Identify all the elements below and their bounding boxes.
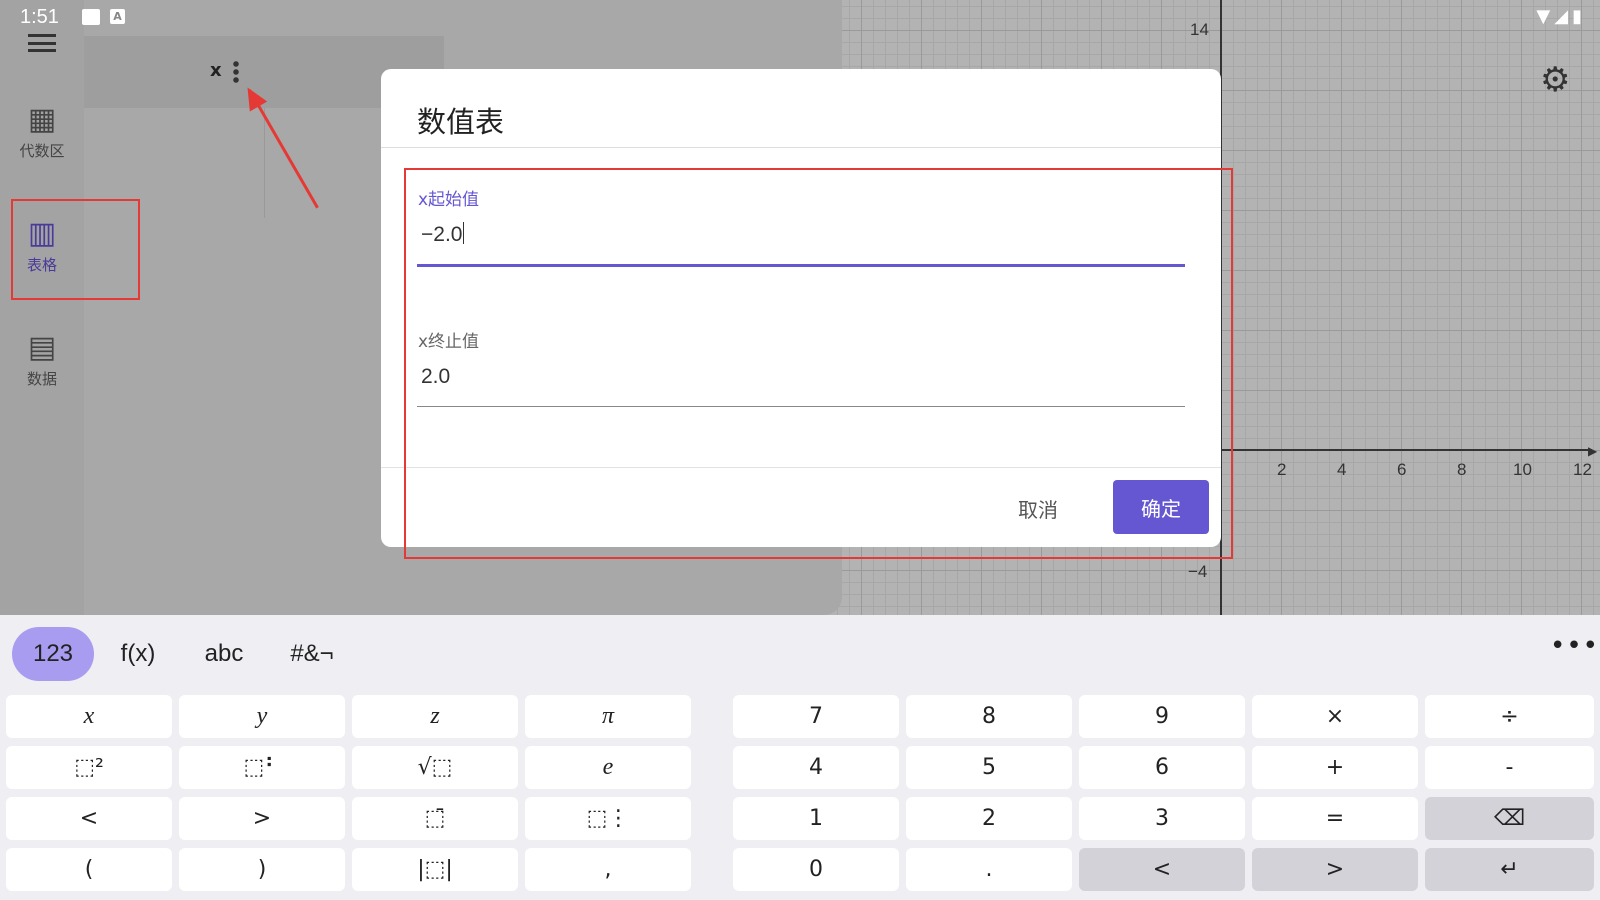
more-horizontal-icon[interactable]: ••• <box>1550 631 1599 661</box>
tab-123[interactable]: 123 <box>12 627 94 681</box>
gear-icon[interactable]: ⚙ <box>1540 60 1570 100</box>
backspace-icon[interactable]: ⌫ <box>1425 797 1594 840</box>
key-e[interactable]: e <box>525 746 691 789</box>
key-less-than[interactable]: < <box>6 797 172 840</box>
key-pi[interactable]: π <box>525 695 691 738</box>
column-header-x: x <box>210 60 222 81</box>
cursor-right-icon[interactable]: > <box>1252 848 1418 891</box>
x-tick: 10 <box>1513 460 1532 479</box>
status-bar: 1:51 A ▼◢▮ <box>0 0 1600 36</box>
wifi-signal-battery-icon: ▼◢▮ <box>1536 6 1586 27</box>
tab-symbols[interactable]: #&¬ <box>282 627 342 681</box>
key-abs[interactable]: |⬚| <box>352 848 518 891</box>
key-8[interactable]: 8 <box>906 695 1072 738</box>
x-tick: 6 <box>1397 460 1407 479</box>
key-0[interactable]: 0 <box>733 848 899 891</box>
image-notification-icon <box>82 9 100 25</box>
key-open-paren[interactable]: ( <box>6 848 172 891</box>
key-equals[interactable]: = <box>1252 797 1418 840</box>
annotation-box-dialog <box>404 168 1233 559</box>
grid-data-icon: ▤ <box>27 330 57 365</box>
key-minus[interactable]: - <box>1425 746 1594 789</box>
tab-fx[interactable]: f(x) <box>108 627 168 681</box>
key-y[interactable]: y <box>179 695 345 738</box>
key-square[interactable]: ⬚² <box>6 746 172 789</box>
more-vertical-icon[interactable] <box>233 60 239 84</box>
divider <box>381 147 1221 148</box>
dialog-title: 数值表 <box>417 105 505 139</box>
a-notification-icon: A <box>110 9 125 24</box>
key-close-paren[interactable]: ) <box>179 848 345 891</box>
key-2[interactable]: 2 <box>906 797 1072 840</box>
menu-icon[interactable] <box>28 34 56 52</box>
key-multiply[interactable]: × <box>1252 695 1418 738</box>
x-tick: 4 <box>1337 460 1347 479</box>
x-tick: 2 <box>1277 460 1287 479</box>
key-sqrt[interactable]: √⬚ <box>352 746 518 789</box>
column-divider <box>264 108 265 218</box>
rail-item-label: 数据 <box>26 370 57 388</box>
key-fraction[interactable]: ⬚̄ <box>352 797 518 840</box>
x-tick: 8 <box>1457 460 1467 479</box>
calculator-icon: ▦ <box>27 102 57 137</box>
nav-rail: ▦ 代数区 ▥ 表格 ▤ 数据 <box>0 0 84 615</box>
key-7[interactable]: 7 <box>733 695 899 738</box>
rail-item-data[interactable]: ▤ 数据 <box>0 330 84 389</box>
math-keyboard: 123 f(x) abc #&¬ ••• x y z π ⬚² ⬚⠃ √⬚ e … <box>0 615 1600 900</box>
key-1[interactable]: 1 <box>733 797 899 840</box>
status-time: 1:51 <box>20 6 59 28</box>
key-9[interactable]: 9 <box>1079 695 1245 738</box>
cursor-left-icon[interactable]: < <box>1079 848 1245 891</box>
key-plus[interactable]: + <box>1252 746 1418 789</box>
key-x[interactable]: x <box>6 695 172 738</box>
enter-icon[interactable]: ↵ <box>1425 848 1594 891</box>
key-comma[interactable]: , <box>525 848 691 891</box>
key-3[interactable]: 3 <box>1079 797 1245 840</box>
rail-item-label: 代数区 <box>19 142 65 160</box>
key-mixed-fraction[interactable]: ⬚⋮ <box>525 797 691 840</box>
tab-abc[interactable]: abc <box>194 627 254 681</box>
y-tick: −4 <box>1188 562 1208 581</box>
annotation-box-table <box>11 199 140 300</box>
key-6[interactable]: 6 <box>1079 746 1245 789</box>
x-axis-arrow-icon: ▶ <box>1588 444 1598 458</box>
key-4[interactable]: 4 <box>733 746 899 789</box>
x-tick: 12 <box>1573 460 1592 479</box>
key-divide[interactable]: ÷ <box>1425 695 1594 738</box>
key-power[interactable]: ⬚⠃ <box>179 746 345 789</box>
key-z[interactable]: z <box>352 695 518 738</box>
rail-item-algebra[interactable]: ▦ 代数区 <box>0 102 84 161</box>
key-5[interactable]: 5 <box>906 746 1072 789</box>
key-decimal[interactable]: . <box>906 848 1072 891</box>
key-greater-than[interactable]: > <box>179 797 345 840</box>
